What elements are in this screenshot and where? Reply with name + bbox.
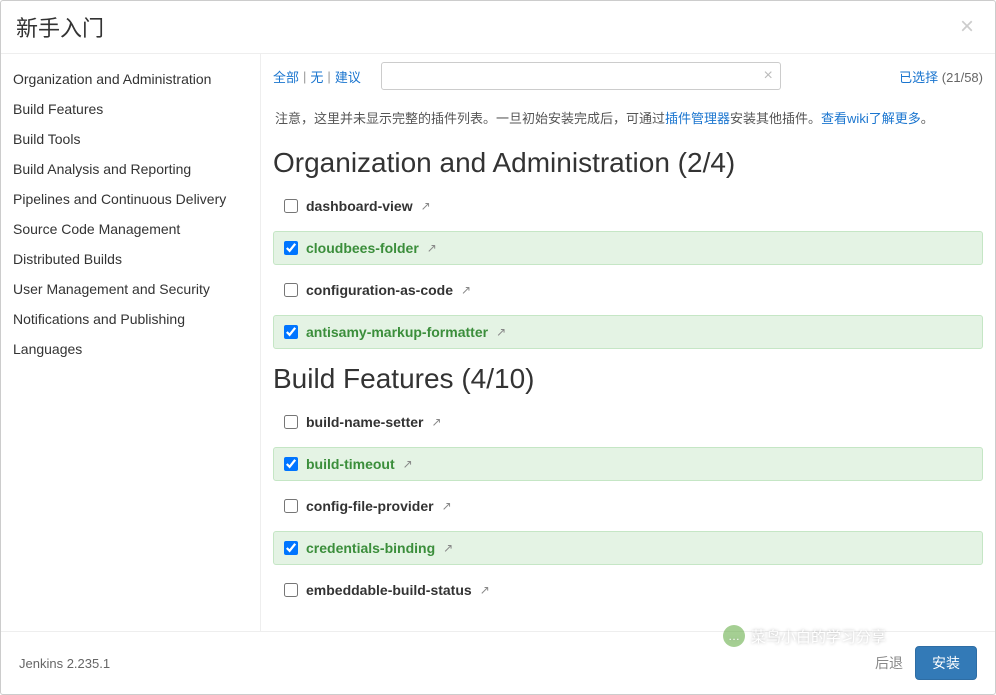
external-link-icon[interactable]: ↗ bbox=[480, 583, 490, 597]
section-title: Build Features (4/10) bbox=[273, 363, 983, 395]
notice-text: 注意，这里并未显示完整的插件列表。一旦初始安装完成后，可通过 bbox=[275, 111, 665, 126]
sidebar-item[interactable]: Build Tools bbox=[1, 124, 260, 154]
filter-none[interactable]: 无 bbox=[310, 67, 323, 86]
external-link-icon[interactable]: ↗ bbox=[496, 325, 506, 339]
sidebar-item[interactable]: Organization and Administration bbox=[1, 64, 260, 94]
footer-actions: 后退 安装 bbox=[875, 646, 977, 680]
plugin-checkbox[interactable] bbox=[284, 583, 298, 597]
plugin-checkbox[interactable] bbox=[284, 325, 298, 339]
plugin-checkbox[interactable] bbox=[284, 457, 298, 471]
search-input[interactable] bbox=[381, 62, 781, 90]
plugin-row[interactable]: build-timeout ↗ bbox=[273, 447, 983, 481]
version-label: Jenkins 2.235.1 bbox=[19, 656, 110, 671]
sidebar-item[interactable]: User Management and Security bbox=[1, 274, 260, 304]
dialog-header: 新手入门 × bbox=[1, 1, 995, 54]
plugin-checkbox[interactable] bbox=[284, 541, 298, 555]
dialog-footer: Jenkins 2.235.1 后退 安装 bbox=[1, 631, 995, 694]
external-link-icon[interactable]: ↗ bbox=[461, 283, 471, 297]
wiki-link[interactable]: 查看wiki了解更多 bbox=[821, 111, 921, 126]
section-title: Organization and Administration (2/4) bbox=[273, 147, 983, 179]
sidebar-item[interactable]: Build Features bbox=[1, 94, 260, 124]
external-link-icon[interactable]: ↗ bbox=[443, 541, 453, 555]
install-button[interactable]: 安装 bbox=[915, 646, 977, 680]
selected-label: 已选择 bbox=[899, 70, 938, 85]
filter-suggested[interactable]: 建议 bbox=[335, 67, 361, 86]
sidebar-item[interactable]: Languages bbox=[1, 334, 260, 364]
notice-bar: 注意，这里并未显示完整的插件列表。一旦初始安装完成后，可通过插件管理器安装其他插… bbox=[261, 98, 995, 133]
plugin-name: cloudbees-folder bbox=[306, 240, 419, 256]
plugin-row[interactable]: configuration-as-code ↗ bbox=[273, 273, 983, 307]
plugin-name: build-timeout bbox=[306, 456, 395, 472]
separator: | bbox=[303, 69, 306, 84]
plugin-checkbox[interactable] bbox=[284, 199, 298, 213]
category-sidebar: Organization and AdministrationBuild Fea… bbox=[1, 54, 261, 631]
plugin-name: config-file-provider bbox=[306, 498, 434, 514]
toolbar: 全部 | 无 | 建议 × 已选择 (21/58) bbox=[261, 54, 995, 98]
notice-text: 。 bbox=[921, 111, 934, 126]
plugin-row[interactable]: embeddable-build-status ↗ bbox=[273, 573, 983, 607]
filter-all[interactable]: 全部 bbox=[273, 67, 299, 86]
dialog-title: 新手入门 bbox=[16, 11, 104, 43]
sidebar-item[interactable]: Source Code Management bbox=[1, 214, 260, 244]
plugin-name: configuration-as-code bbox=[306, 282, 453, 298]
plugin-checkbox[interactable] bbox=[284, 499, 298, 513]
plugin-manager-link[interactable]: 插件管理器 bbox=[665, 111, 730, 126]
external-link-icon[interactable]: ↗ bbox=[431, 415, 441, 429]
sidebar-item[interactable]: Pipelines and Continuous Delivery bbox=[1, 184, 260, 214]
setup-wizard-dialog: 新手入门 × Organization and AdministrationBu… bbox=[0, 0, 996, 695]
external-link-icon[interactable]: ↗ bbox=[403, 457, 413, 471]
plugin-name: credentials-binding bbox=[306, 540, 435, 556]
dialog-body: Organization and AdministrationBuild Fea… bbox=[1, 54, 995, 631]
back-button[interactable]: 后退 bbox=[875, 653, 903, 673]
plugin-row[interactable]: build-name-setter ↗ bbox=[273, 405, 983, 439]
search-wrapper: × bbox=[381, 62, 781, 90]
plugin-row[interactable]: cloudbees-folder ↗ bbox=[273, 231, 983, 265]
sidebar-item[interactable]: Build Analysis and Reporting bbox=[1, 154, 260, 184]
plugin-checkbox[interactable] bbox=[284, 415, 298, 429]
plugin-row[interactable]: dashboard-view ↗ bbox=[273, 189, 983, 223]
plugin-name: dashboard-view bbox=[306, 198, 413, 214]
notice-text: 安装其他插件。 bbox=[730, 111, 821, 126]
plugin-name: embeddable-build-status bbox=[306, 582, 472, 598]
external-link-icon[interactable]: ↗ bbox=[421, 199, 431, 213]
filter-links: 全部 | 无 | 建议 bbox=[273, 67, 361, 86]
plugin-row[interactable]: credentials-binding ↗ bbox=[273, 531, 983, 565]
selection-counter: 已选择 (21/58) bbox=[899, 67, 983, 86]
plugin-name: antisamy-markup-formatter bbox=[306, 324, 488, 340]
external-link-icon[interactable]: ↗ bbox=[427, 241, 437, 255]
selected-count: (21/58) bbox=[942, 70, 983, 85]
plugin-row[interactable]: antisamy-markup-formatter ↗ bbox=[273, 315, 983, 349]
sidebar-item[interactable]: Notifications and Publishing bbox=[1, 304, 260, 334]
external-link-icon[interactable]: ↗ bbox=[442, 499, 452, 513]
plugin-row[interactable]: config-file-provider ↗ bbox=[273, 489, 983, 523]
sidebar-item[interactable]: Distributed Builds bbox=[1, 244, 260, 274]
close-icon[interactable]: × bbox=[954, 13, 980, 41]
plugin-checkbox[interactable] bbox=[284, 283, 298, 297]
plugin-name: build-name-setter bbox=[306, 414, 423, 430]
plugin-list[interactable]: Organization and Administration (2/4) das… bbox=[261, 133, 995, 631]
plugin-checkbox[interactable] bbox=[284, 241, 298, 255]
plugin-main: 全部 | 无 | 建议 × 已选择 (21/58) 注意，这里并未显示完整的插件… bbox=[261, 54, 995, 631]
separator: | bbox=[327, 69, 330, 84]
clear-search-icon[interactable]: × bbox=[763, 67, 772, 85]
